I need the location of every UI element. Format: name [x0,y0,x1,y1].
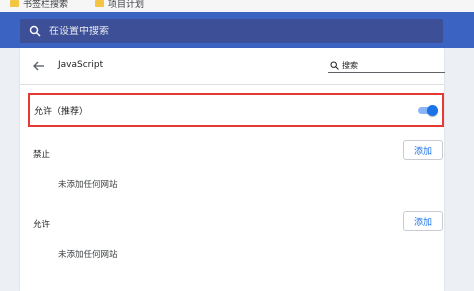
toggle-knob [427,105,438,116]
block-empty-text: 未添加任何网站 [58,180,118,190]
add-allowed-site-button[interactable]: 添加 [403,211,443,231]
page-title: JavaScript [58,60,104,70]
bookmark-label: 书签栏搜索 [23,0,69,10]
bookmark-label: 项目计划 [108,0,145,10]
back-arrow-icon[interactable] [32,59,46,73]
subpage-search-input[interactable] [342,61,432,70]
default-allow-row[interactable]: 允许（推荐） [28,93,444,127]
search-icon [29,25,41,37]
allow-section-label: 允许 [33,220,51,230]
divider [20,84,444,85]
default-allow-label: 允许（推荐） [34,106,89,117]
block-section-label: 禁止 [33,150,51,160]
subpage-header: JavaScript [20,48,445,84]
settings-search-input[interactable] [49,25,409,37]
folder-icon [95,0,104,7]
settings-search-box[interactable] [20,19,443,43]
bookmark-item[interactable]: 项目计划 [95,0,144,10]
bookmark-item[interactable]: 书签栏搜索 [10,0,68,10]
javascript-settings-card: JavaScript 允许（推荐） 禁止 添加 未添加任何网站 允许 添加 未添… [20,48,445,291]
add-blocked-site-button[interactable]: 添加 [403,140,443,160]
folder-icon [10,0,19,7]
allow-empty-text: 未添加任何网站 [58,250,118,260]
allow-toggle[interactable] [417,104,439,116]
search-icon [330,61,339,70]
subpage-search[interactable] [328,59,445,73]
